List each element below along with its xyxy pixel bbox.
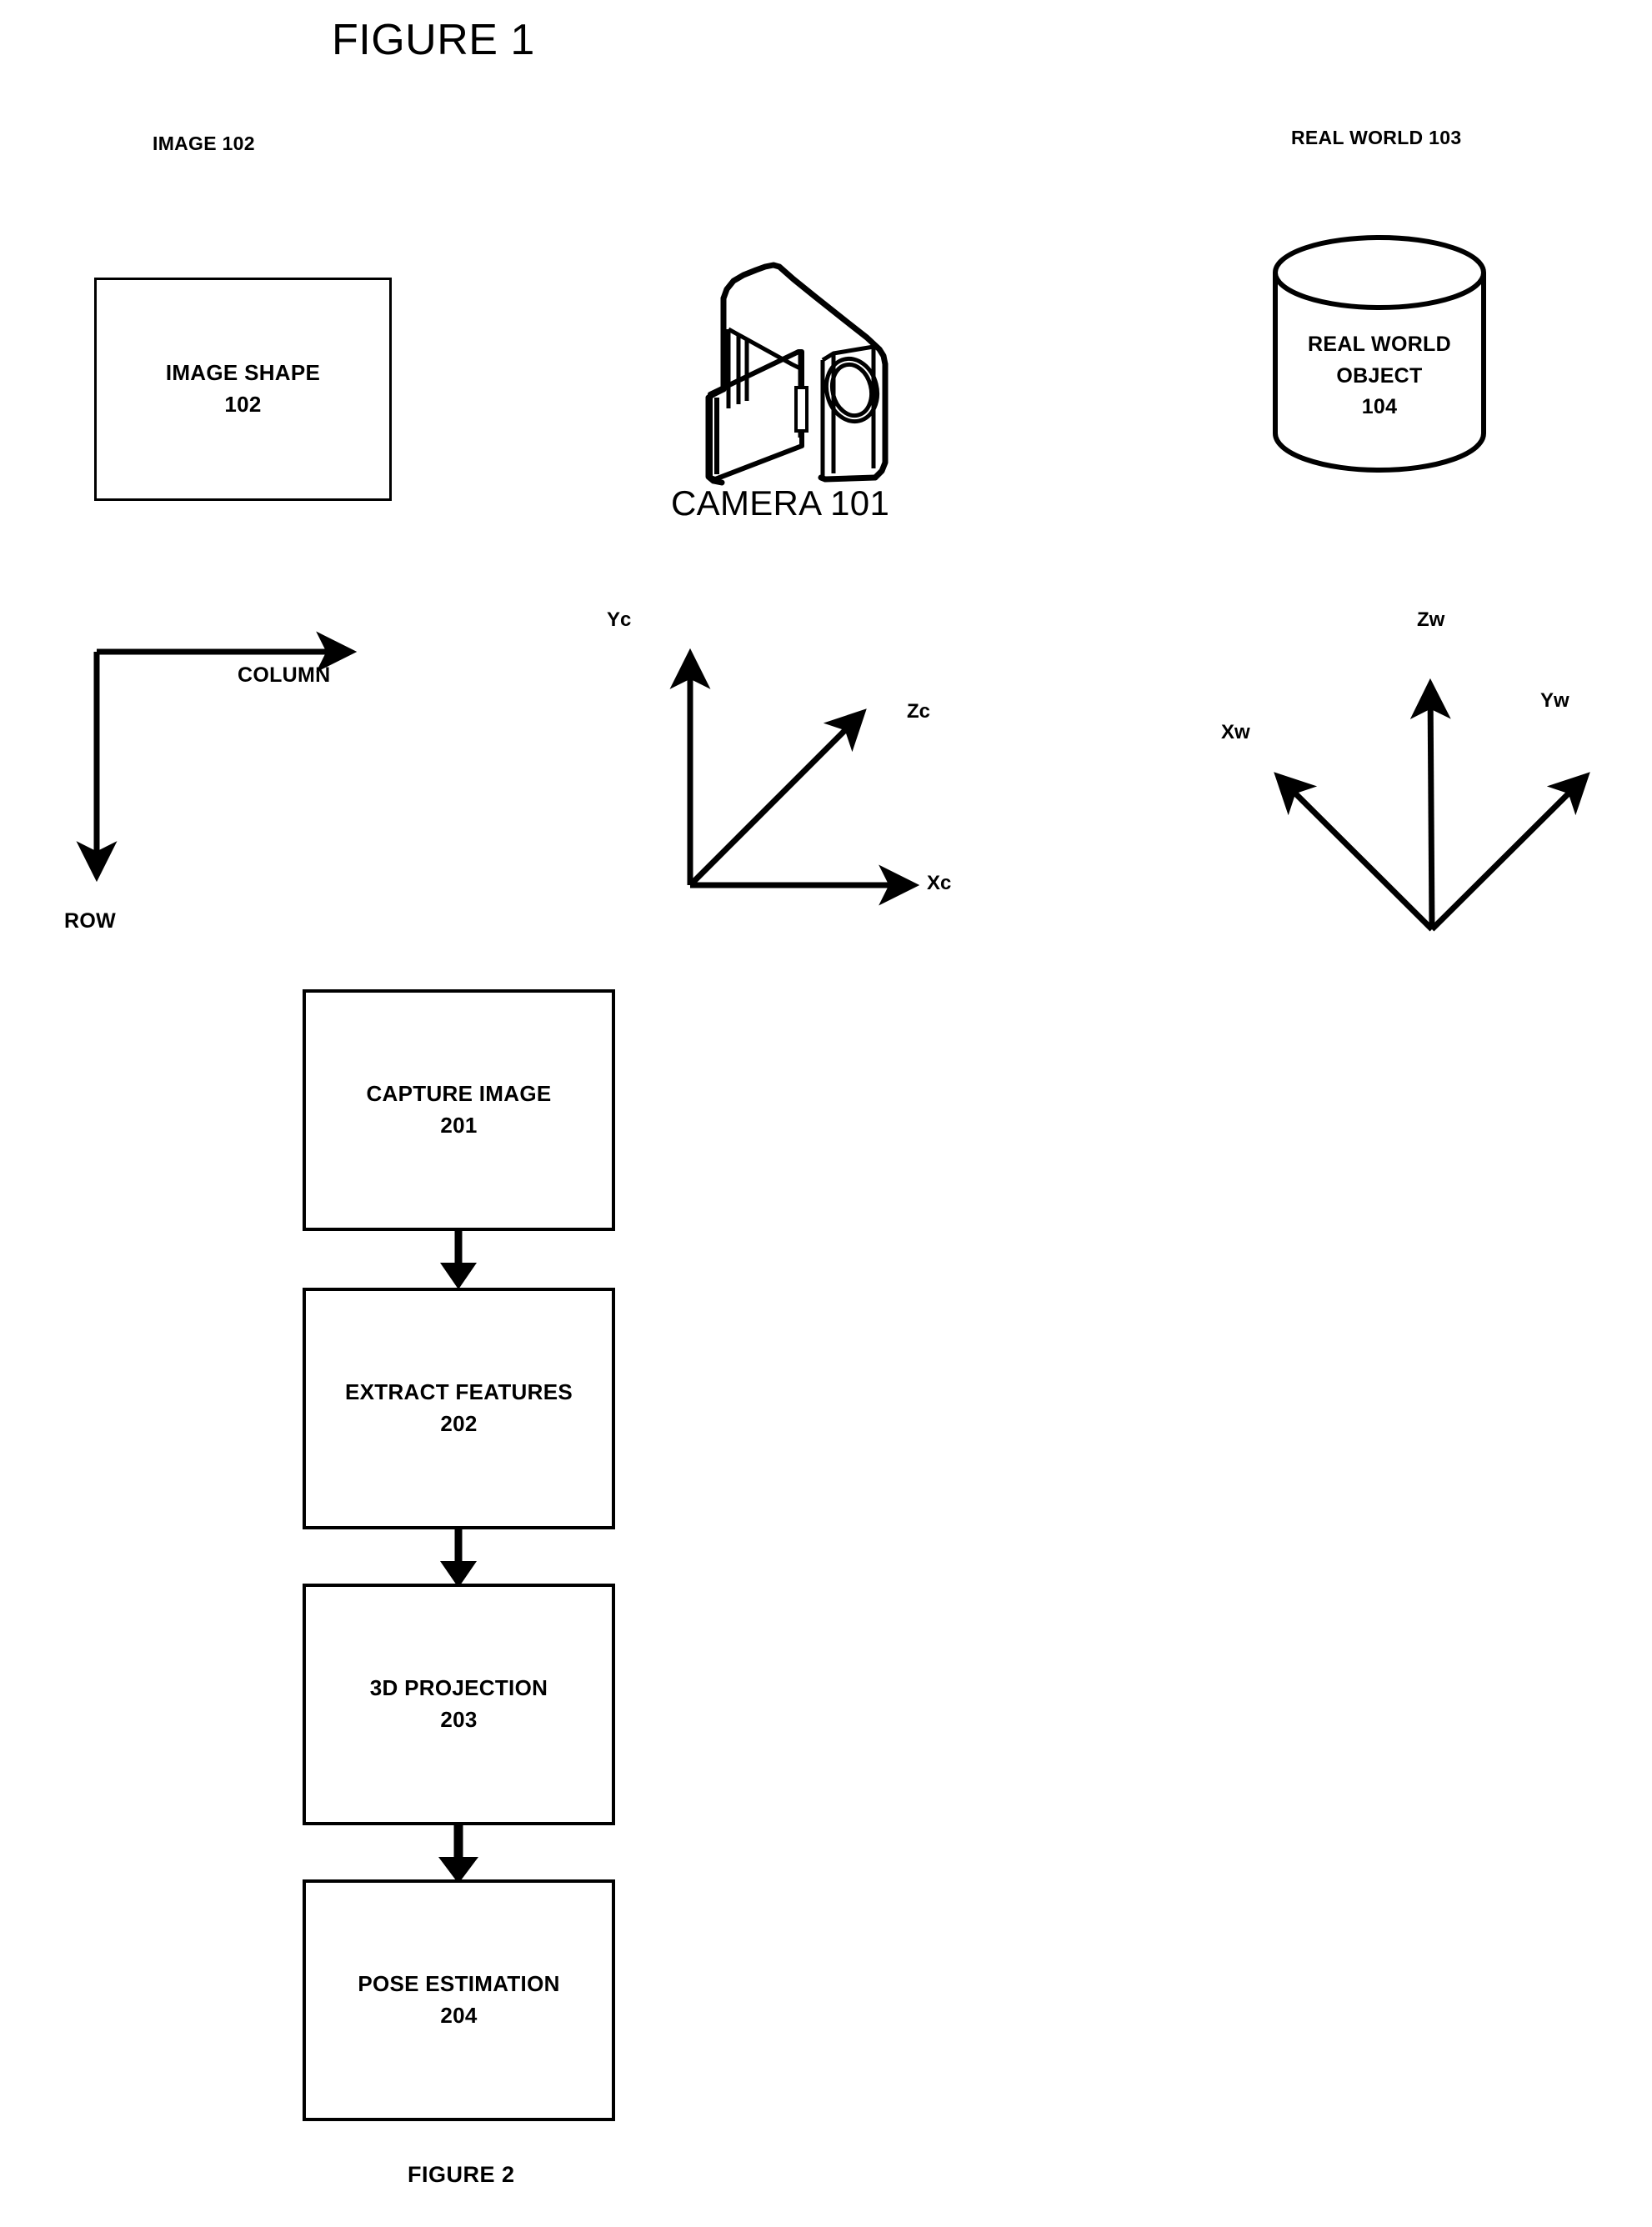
yw-axis-line [1429,772,1590,932]
camera-icon [705,262,889,486]
zw-axis-line [1409,678,1451,930]
xc-axis-label: Xc [927,872,952,894]
flow-step-label-4: POSE ESTIMATION 204 [358,1971,560,2028]
zc-axis-line [688,708,867,888]
image-section-label: IMAGE 102 [153,133,255,154]
patent-figure-page: FIGURE 1 IMAGE 102 REAL WORLD 103 IMAGE … [0,0,1652,2227]
flow-step-box-2: EXTRACT FEATURES 202 [303,1288,615,1529]
flow-step-box-3: 3D PROJECTION 203 [303,1584,615,1825]
flow-step-box-1: CAPTURE IMAGE 201 [303,989,615,1231]
flow-arrow-1 [421,1229,496,1291]
camera-illustration [667,238,934,496]
figure-2-caption: FIGURE 2 [408,2162,515,2187]
flow-step-label-2: EXTRACT FEATURES 202 [345,1379,573,1436]
flow-step-label-3: 3D PROJECTION 203 [369,1675,548,1732]
flow-step-label-1: CAPTURE IMAGE 201 [366,1081,552,1138]
flow-arrow-3 [421,1824,496,1885]
image-shape-box: IMAGE SHAPE 102 [94,278,392,501]
figure-1-title: FIGURE 1 [332,16,535,64]
zc-axis-label: Zc [907,700,931,723]
camera-coordinate-axes [658,625,942,917]
xw-axis-label: Xw [1221,721,1250,743]
row-axis-label: ROW [64,909,116,933]
yc-axis-label: Yc [607,608,632,631]
yw-axis-label: Yw [1540,689,1569,712]
flow-step-box-4: POSE ESTIMATION 204 [303,1879,615,2121]
real-world-section-label: REAL WORLD 103 [1291,127,1462,148]
image-shape-box-label: IMAGE SHAPE 102 [165,360,321,417]
column-axis-label: COLUMN [238,663,331,687]
real-world-object-cylinder: REAL WORLD OBJECT 104 [1259,235,1500,473]
flow-arrow-2 [421,1528,496,1589]
camera-caption: CAMERA 101 [671,483,890,523]
zw-axis-label: Zw [1417,608,1445,631]
real-world-object-label: REAL WORLD OBJECT 104 [1308,333,1451,418]
xw-axis-line [1274,772,1434,932]
